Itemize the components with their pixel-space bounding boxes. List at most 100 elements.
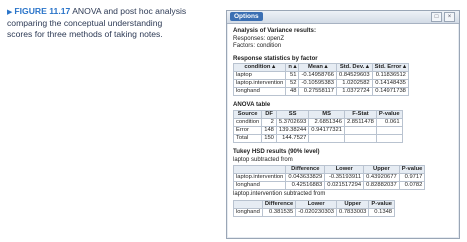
table-cell: 0.021517294 xyxy=(324,181,365,191)
window-controls: □ × xyxy=(431,12,455,22)
table-cell: 1.0372724 xyxy=(336,87,373,97)
table-cell: 0.14971738 xyxy=(371,87,409,97)
table-cell: 48 xyxy=(285,87,300,97)
table-cell: laptop xyxy=(232,71,287,81)
table-cell: Error xyxy=(232,125,263,135)
table-cell: 2.8511478 xyxy=(343,117,377,127)
table-cell: 2 xyxy=(261,117,277,127)
table-cell: -0.10595383 xyxy=(298,79,337,89)
table-cell: 0.1348 xyxy=(368,207,396,217)
table-cell: -0.020230303 xyxy=(295,207,337,217)
table-row: longhand 48 0.27558117 1.0372724 0.14971… xyxy=(232,87,409,97)
col-header: Lower xyxy=(324,165,365,175)
response-stats-heading: Response statistics by factor xyxy=(233,54,318,62)
table-cell: laptop.intervention xyxy=(232,173,287,183)
table-row: Total 150 144.7527 xyxy=(232,133,403,143)
table-row: laptop 51 -0.14958766 0.84529603 0.11836… xyxy=(232,71,409,81)
table-cell: 51 xyxy=(285,71,300,81)
col-header: P-value xyxy=(375,109,403,119)
table-cell: 0.14148435 xyxy=(371,79,409,89)
col-header: Difference xyxy=(285,165,326,175)
caption-bullet-icon: ▶ xyxy=(7,9,13,16)
table-cell: 1.0202582 xyxy=(336,79,373,89)
table-cell: 0.82882037 xyxy=(363,181,400,191)
anova-table: Source DF SS MS F-Stat P-value condition… xyxy=(232,109,403,143)
table-row: laptop.intervention 52 -0.10595383 1.020… xyxy=(232,79,409,89)
col-header xyxy=(232,165,287,175)
tukey-table-1: Difference Lower Upper P-value laptop.in… xyxy=(232,165,426,191)
table-cell: laptop.intervention xyxy=(232,79,287,89)
table-cell: 148 xyxy=(261,125,277,135)
table-cell: 0.0782 xyxy=(398,181,426,191)
col-header[interactable]: condition ▴ xyxy=(232,63,287,73)
col-header[interactable]: n ▴ xyxy=(285,63,300,73)
table-cell: 150 xyxy=(261,133,277,143)
table-cell: 0.11836512 xyxy=(371,71,409,81)
table-cell: 5.3702693 xyxy=(275,117,310,127)
table-cell: longhand xyxy=(232,87,287,97)
table-cell: -0.14958766 xyxy=(298,71,337,81)
col-header: Difference xyxy=(261,199,297,209)
options-tab[interactable]: Options xyxy=(230,12,263,21)
responses-line: Responses: openZ xyxy=(233,34,285,42)
col-header: Source xyxy=(232,109,263,119)
close-button[interactable]: × xyxy=(444,12,455,22)
table-cell: 0.061 xyxy=(375,117,403,127)
table-cell: condition xyxy=(232,117,263,127)
table-cell: 0.42516883 xyxy=(285,181,326,191)
results-content: Analysis of Variance results: Responses:… xyxy=(232,27,455,234)
col-header: SS xyxy=(275,109,310,119)
col-header[interactable]: Mean ▴ xyxy=(298,63,337,73)
table-cell: 0.9717 xyxy=(398,173,426,183)
table-row: longhand 0.42516883 0.021517294 0.828820… xyxy=(232,181,426,191)
col-header: Upper xyxy=(335,199,370,209)
tukey-subheading-1: laptop subtracted from xyxy=(233,156,293,163)
table-row: Error 148 139.38244 0.94177321 xyxy=(232,125,403,135)
table-cell xyxy=(343,133,377,143)
col-header: Lower xyxy=(295,199,337,209)
table-row: laptop.intervention 0.043633829 -0.35193… xyxy=(232,173,426,183)
table-row: condition 2 5.3702693 2.6851346 2.851147… xyxy=(232,117,403,127)
table-cell: 0.84529603 xyxy=(336,71,373,81)
table-cell: 0.43920677 xyxy=(363,173,400,183)
col-header[interactable]: Std. Error ▴ xyxy=(371,63,409,73)
table-cell: 2.6851346 xyxy=(308,117,345,127)
anova-title: Analysis of Variance results: xyxy=(233,27,316,34)
tukey-subheading-2: laptop.intervention subtracted from xyxy=(233,191,326,198)
figure-label: FIGURE 11.17 xyxy=(14,6,71,16)
response-stats-table: condition ▴ n ▴ Mean ▴ Std. Dev. ▴ Std. … xyxy=(232,63,409,97)
table-cell: -0.35193911 xyxy=(324,173,365,183)
factors-line: Factors: condition xyxy=(233,42,282,50)
table-cell: 0.27558117 xyxy=(298,87,337,97)
table-cell: 0.043633829 xyxy=(285,173,326,183)
col-header[interactable]: Std. Dev. ▴ xyxy=(336,63,373,73)
results-window: Options □ × Analysis of Variance results… xyxy=(226,10,460,239)
table-cell xyxy=(375,125,403,135)
table-cell: longhand xyxy=(232,181,287,191)
restore-button[interactable]: □ xyxy=(431,12,442,22)
table-row: longhand 0.381535 -0.020230303 0.7833003… xyxy=(233,207,396,217)
col-header: MS xyxy=(308,109,345,119)
figure-caption: ▶ FIGURE 11.17 ANOVA and post hoc analysi… xyxy=(7,6,187,41)
col-header: DF xyxy=(261,109,277,119)
col-header xyxy=(233,199,263,209)
table-cell: 0.381535 xyxy=(261,207,297,217)
col-header: F-Stat xyxy=(343,109,377,119)
col-header: P-value xyxy=(368,199,396,209)
col-header: Upper xyxy=(363,165,400,175)
table-cell: 144.7527 xyxy=(275,133,310,143)
table-cell xyxy=(308,133,345,143)
table-cell: 52 xyxy=(285,79,300,89)
col-header: P-value xyxy=(398,165,426,175)
table-cell: 139.38244 xyxy=(275,125,310,135)
table-cell: 0.94177321 xyxy=(308,125,345,135)
tukey-heading: Tukey HSD results (90% level) xyxy=(233,147,320,155)
table-cell: Total xyxy=(232,133,263,143)
table-cell: longhand xyxy=(233,207,263,217)
table-cell: 0.7833003 xyxy=(335,207,370,217)
table-cell xyxy=(343,125,377,135)
table-cell xyxy=(375,133,403,143)
tukey-table-2: Difference Lower Upper P-value longhand … xyxy=(233,199,396,217)
anova-table-heading: ANOVA table xyxy=(233,101,271,109)
window-titlebar: Options □ × xyxy=(227,11,459,24)
